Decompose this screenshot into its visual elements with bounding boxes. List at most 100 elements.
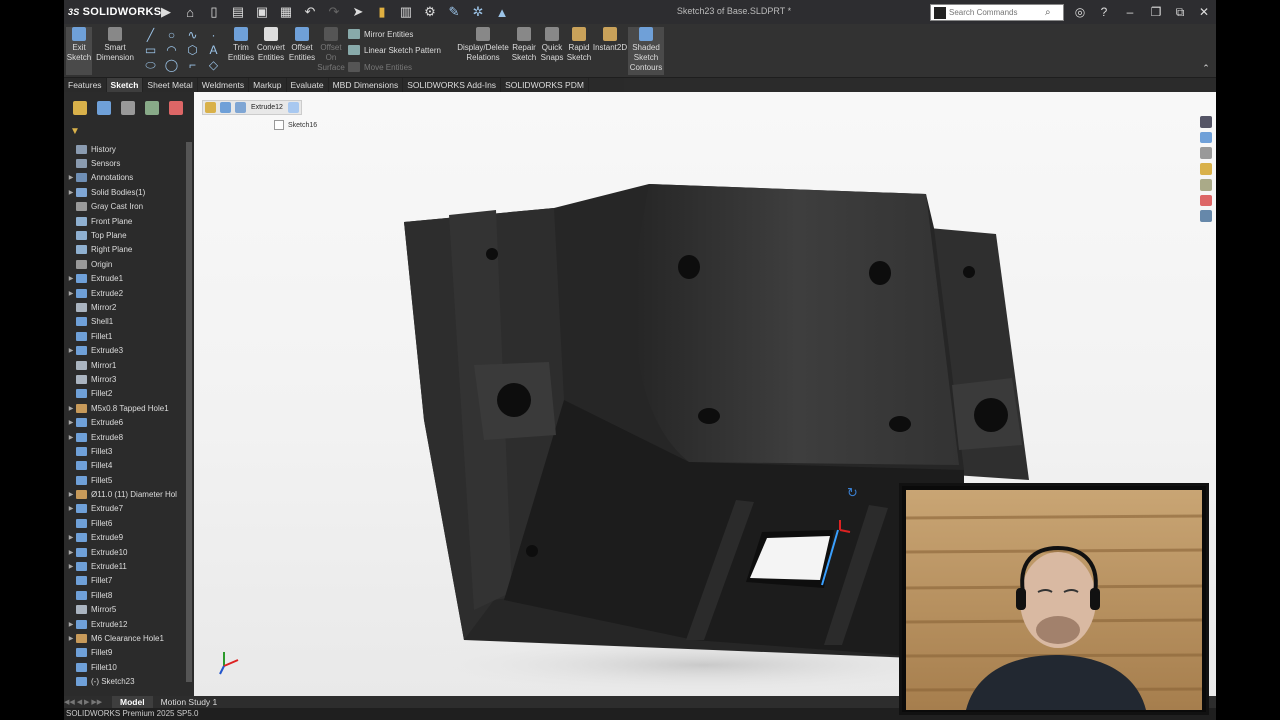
- expand-menu-icon[interactable]: ▶: [157, 3, 175, 21]
- tab-evaluate[interactable]: Evaluate: [287, 78, 329, 92]
- user-icon[interactable]: ◎: [1072, 4, 1088, 20]
- tree-item[interactable]: Origin: [64, 257, 184, 271]
- scrollbar-thumb[interactable]: [186, 142, 192, 682]
- print-icon[interactable]: ▦: [277, 3, 295, 21]
- file-explorer-icon[interactable]: [1200, 147, 1212, 160]
- tile-icon[interactable]: ⧉: [1172, 4, 1188, 20]
- circle-icon[interactable]: ○: [161, 28, 182, 43]
- tree-item[interactable]: ▶ Solid Bodies(1): [64, 185, 184, 199]
- feature-tree-tab-icon[interactable]: [73, 101, 87, 115]
- tab-sheet-metal[interactable]: Sheet Metal: [143, 78, 198, 92]
- tree-item[interactable]: Fillet5: [64, 473, 184, 487]
- rapid-sketch-button[interactable]: Rapid Sketch: [566, 27, 592, 75]
- tab-nav-arrows[interactable]: ◀◀ ◀ ▶ ▶▶: [64, 697, 112, 707]
- search-input[interactable]: [949, 8, 1045, 17]
- appearances-icon[interactable]: [1200, 178, 1212, 191]
- display-delete-relations-button[interactable]: Display/Delete Relations: [456, 27, 510, 75]
- tree-item[interactable]: ▶ M5x0.8 Tapped Hole1: [64, 401, 184, 415]
- instant2d-button[interactable]: Instant2D: [592, 27, 628, 75]
- polygon-icon[interactable]: ⬡: [182, 43, 203, 58]
- tree-item[interactable]: ▶ Extrude10: [64, 545, 184, 559]
- plane-icon[interactable]: ◇: [203, 58, 224, 73]
- offset-on-surface-button[interactable]: Offset On Surface: [317, 27, 345, 75]
- tree-item[interactable]: History: [64, 142, 184, 156]
- view-palette-icon[interactable]: [1200, 163, 1212, 175]
- tree-item[interactable]: Fillet3: [64, 444, 184, 458]
- tree-item[interactable]: Fillet10: [64, 660, 184, 674]
- fillet-icon[interactable]: ⌐: [182, 58, 203, 73]
- design-library-icon[interactable]: [1200, 131, 1212, 144]
- resources-icon[interactable]: [1200, 116, 1212, 128]
- part-icon[interactable]: [205, 102, 216, 113]
- tree-item[interactable]: Gray Cast Iron: [64, 200, 184, 214]
- restore-icon[interactable]: ❐: [1148, 4, 1164, 20]
- tree-item[interactable]: ▶ Extrude6: [64, 415, 184, 429]
- tree-item[interactable]: Mirror5: [64, 603, 184, 617]
- text-icon[interactable]: A: [203, 43, 224, 58]
- arc-icon[interactable]: ◠: [161, 43, 182, 58]
- expand-arrow-icon[interactable]: ▶: [66, 290, 76, 297]
- undo-icon[interactable]: ↶: [301, 3, 319, 21]
- help-icon[interactable]: ?: [1096, 4, 1112, 20]
- tree-item[interactable]: Mirror1: [64, 358, 184, 372]
- slot-icon[interactable]: ⬭: [140, 58, 161, 73]
- triangle-icon[interactable]: ▲: [493, 3, 511, 21]
- tools-icon[interactable]: ✎: [445, 3, 463, 21]
- close-icon[interactable]: ✕: [1196, 4, 1212, 20]
- sketch-icon[interactable]: [287, 102, 299, 113]
- tree-item[interactable]: ▶ Extrude3: [64, 343, 184, 357]
- tab-solidworks-add-ins[interactable]: SOLIDWORKS Add-Ins: [403, 78, 502, 92]
- options-gear-icon[interactable]: ⚙: [421, 3, 439, 21]
- tree-item[interactable]: Mirror3: [64, 372, 184, 386]
- open-document-icon[interactable]: ▤: [229, 3, 247, 21]
- tree-item[interactable]: ▶ Extrude12: [64, 617, 184, 631]
- tree-item[interactable]: Fillet7: [64, 574, 184, 588]
- select-icon[interactable]: ➤: [349, 3, 367, 21]
- new-document-icon[interactable]: ▯: [205, 3, 223, 21]
- spline-icon[interactable]: ∿: [182, 28, 203, 43]
- tree-item[interactable]: ▶ Extrude2: [64, 286, 184, 300]
- expand-arrow-icon[interactable]: ▶: [66, 189, 76, 196]
- linear-sketch-pattern-button[interactable]: Linear Sketch Pattern: [348, 43, 441, 57]
- expand-arrow-icon[interactable]: ▶: [66, 621, 76, 628]
- point-icon[interactable]: ·: [203, 28, 224, 43]
- search-scope-icon[interactable]: [934, 6, 946, 19]
- tree-item[interactable]: Fillet4: [64, 459, 184, 473]
- expand-arrow-icon[interactable]: ▶: [66, 563, 76, 570]
- tab-weldments[interactable]: Weldments: [198, 78, 250, 92]
- expand-arrow-icon[interactable]: ▶: [66, 549, 76, 556]
- tree-item[interactable]: Sensors: [64, 156, 184, 170]
- line-icon[interactable]: ╱: [140, 28, 161, 43]
- body-icon[interactable]: [220, 102, 231, 113]
- tree-item[interactable]: ▶ Extrude1: [64, 272, 184, 286]
- tree-item[interactable]: (-) Sketch23: [64, 674, 184, 688]
- tab-mbd-dimensions[interactable]: MBD Dimensions: [329, 78, 404, 92]
- bottom-tab-model[interactable]: Model: [112, 696, 153, 708]
- bottom-tab-motion-study-1[interactable]: Motion Study 1: [153, 696, 226, 708]
- solidworks-forum-icon[interactable]: [1200, 210, 1212, 223]
- offset-entities-button[interactable]: Offset Entities: [287, 27, 317, 75]
- quick-snaps-button[interactable]: Quick Snaps: [539, 27, 565, 75]
- file-properties-icon[interactable]: ▥: [397, 3, 415, 21]
- home-icon[interactable]: ⌂: [181, 3, 199, 21]
- custom-properties-icon[interactable]: [1200, 194, 1212, 207]
- tree-item[interactable]: Fillet8: [64, 588, 184, 602]
- tab-markup[interactable]: Markup: [249, 78, 287, 92]
- expand-arrow-icon[interactable]: ▶: [66, 635, 76, 642]
- breadcrumb-feature[interactable]: Extrude12: [248, 101, 286, 114]
- breadcrumb-sketch[interactable]: Sketch16: [274, 120, 317, 130]
- rectangle-icon[interactable]: ▭: [140, 43, 161, 58]
- exit-sketch-button[interactable]: Exit Sketch: [66, 27, 92, 75]
- shaded-sketch-contours-button[interactable]: Shaded Sketch Contours: [628, 27, 664, 75]
- tree-item[interactable]: ▶ Annotations: [64, 171, 184, 185]
- snowflake-icon[interactable]: ✲: [469, 3, 487, 21]
- tab-features[interactable]: Features: [64, 78, 107, 92]
- tab-solidworks-pdm[interactable]: SOLIDWORKS PDM: [501, 78, 589, 92]
- tree-item[interactable]: ▶ M6 Clearance Hole1: [64, 631, 184, 645]
- feature-icon[interactable]: [235, 102, 246, 113]
- expand-arrow-icon[interactable]: ▶: [66, 174, 76, 181]
- expand-arrow-icon[interactable]: ▶: [66, 505, 76, 512]
- expand-arrow-icon[interactable]: ▶: [66, 275, 76, 282]
- tree-item[interactable]: ▶ Extrude11: [64, 559, 184, 573]
- expand-arrow-icon[interactable]: ▶: [66, 434, 76, 441]
